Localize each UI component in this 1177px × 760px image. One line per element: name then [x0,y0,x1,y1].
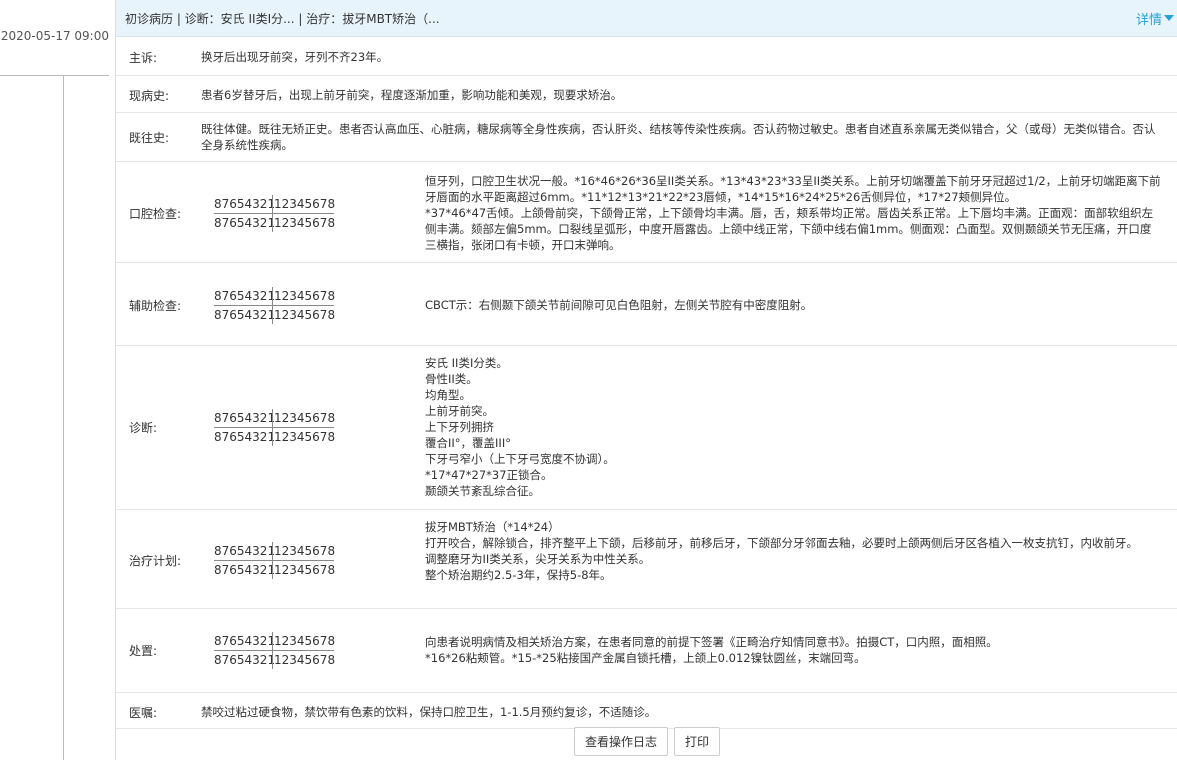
row-treatment: 处置: 87654321 12345678 87654321 12345678 向患… [116,609,1177,693]
timeline: 2020-05-17 09:00 [0,0,115,760]
action-bar: 查看操作日志 打印 [116,727,1177,759]
row-aux-exam: 辅助检查: 87654321 12345678 87654321 12345678 … [116,263,1177,346]
tooth-lower-left: 87654321 [214,308,276,322]
tooth-chart[interactable]: 87654321 12345678 87654321 12345678 [214,195,336,232]
record-header: 初诊病历 | 诊断：安氏 II类I分... | 治疗：拔牙MBT矫治（... 详… [116,0,1177,37]
row-treatment-plan: 治疗计划: 87654321 12345678 87654321 12345678 … [116,510,1177,609]
tooth-lower-left: 87654321 [214,653,276,667]
row-label: 医嘱: [129,706,158,720]
record-title: 初诊病历 | 诊断：安氏 II类I分... | 治疗：拔牙MBT矫治（... [125,11,440,26]
timeline-line [63,76,64,760]
tooth-upper-left: 87654321 [214,411,276,425]
tooth-lower-right: 12345678 [272,428,336,446]
tooth-upper-right: 12345678 [272,542,336,560]
print-button[interactable]: 打印 [674,727,721,756]
row-label: 既往史: [129,131,170,145]
row-value: CBCT示：右侧颞下颌关节前间隙可见白色阻射，左侧关节腔有中密度阻射。 [425,298,813,312]
tooth-upper-right: 12345678 [272,287,336,305]
row-label: 诊断: [129,421,158,435]
tooth-lower-left: 87654321 [214,563,276,577]
detail-label: 详情 [1135,12,1162,28]
tooth-lower-right: 12345678 [272,306,336,324]
tooth-chart[interactable]: 87654321 12345678 87654321 12345678 [214,542,336,579]
row-past-history: 既往史: 既往体健。既往无矫正史。患者否认高血压、心脏病，糖尿病等全身性疾病，否… [116,113,1177,162]
tooth-lower-right: 12345678 [272,214,336,232]
row-value: 换牙后出现牙前突，牙列不齐23年。 [201,50,389,64]
row-value: 向患者说明病情及相关矫治方案，在患者同意的前提下签署《正畸治疗知情同意书》。拍摄… [425,635,998,665]
tooth-upper-left: 87654321 [214,544,276,558]
row-diagnosis: 诊断: 87654321 12345678 87654321 12345678 安氏… [116,346,1177,510]
tooth-upper-left: 87654321 [214,634,276,648]
tooth-lower-left: 87654321 [214,216,276,230]
record-card: 初诊病历 | 诊断：安氏 II类I分... | 治疗：拔牙MBT矫治（... 详… [115,0,1177,760]
visit-date: 2020-05-17 09:00 [0,29,109,43]
caret-down-icon [1164,15,1174,21]
tooth-upper-right: 12345678 [272,409,336,427]
tooth-upper-left: 87654321 [214,289,276,303]
row-value: 禁咬过粘过硬食物，禁饮带有色素的饮料，保持口腔卫生，1-1.5月预约复诊，不适随… [201,705,657,719]
tooth-upper-right: 12345678 [272,195,336,213]
tooth-lower-right: 12345678 [272,651,336,669]
row-value: 恒牙列，口腔卫生状况一般。*16*46*26*36呈II类关系。*13*43*2… [425,174,1161,252]
tooth-upper-left: 87654321 [214,197,276,211]
row-doctor-advice: 医嘱: 禁咬过粘过硬食物，禁饮带有色素的饮料，保持口腔卫生，1-1.5月预约复诊… [116,693,1177,729]
detail-toggle[interactable]: 详情 [1136,9,1177,28]
tooth-lower-left: 87654321 [214,430,276,444]
row-value: 安氏 II类I分类。 骨性II类。 均角型。 上前牙前突。 上下牙列拥挤 覆合I… [425,356,615,498]
row-oral-exam: 口腔检查: 87654321 12345678 87654321 12345678 … [116,162,1177,263]
row-label: 治疗计划: [129,554,182,568]
row-label: 处置: [129,644,158,658]
tooth-chart[interactable]: 87654321 12345678 87654321 12345678 [214,409,336,446]
row-label: 主诉: [129,51,158,65]
row-present-illness: 现病史: 患者6岁替牙后，出现上前牙前突，程度逐渐加重，影响功能和美观，现要求矫… [116,76,1177,113]
tooth-chart[interactable]: 87654321 12345678 87654321 12345678 [214,632,336,669]
row-value: 患者6岁替牙后，出现上前牙前突，程度逐渐加重，影响功能和美观，现要求矫治。 [201,88,623,102]
row-label: 辅助检查: [129,299,182,313]
row-label: 口腔检查: [129,207,182,221]
row-label: 现病史: [129,89,170,103]
row-chief-complaint: 主诉: 换牙后出现牙前突，牙列不齐23年。 [116,37,1177,76]
row-value: 既往体健。既往无矫正史。患者否认高血压、心脏病，糖尿病等全身性疾病，否认肝炎、结… [201,122,1156,152]
row-value: 拔牙MBT矫治（*14*24） 打开咬合，解除锁合，排齐整平上下颌，后移前牙，前… [425,520,1138,582]
date-divider [0,75,109,76]
view-log-button[interactable]: 查看操作日志 [573,727,668,756]
tooth-chart[interactable]: 87654321 12345678 87654321 12345678 [214,287,336,324]
tooth-lower-right: 12345678 [272,561,336,579]
tooth-upper-right: 12345678 [272,632,336,650]
